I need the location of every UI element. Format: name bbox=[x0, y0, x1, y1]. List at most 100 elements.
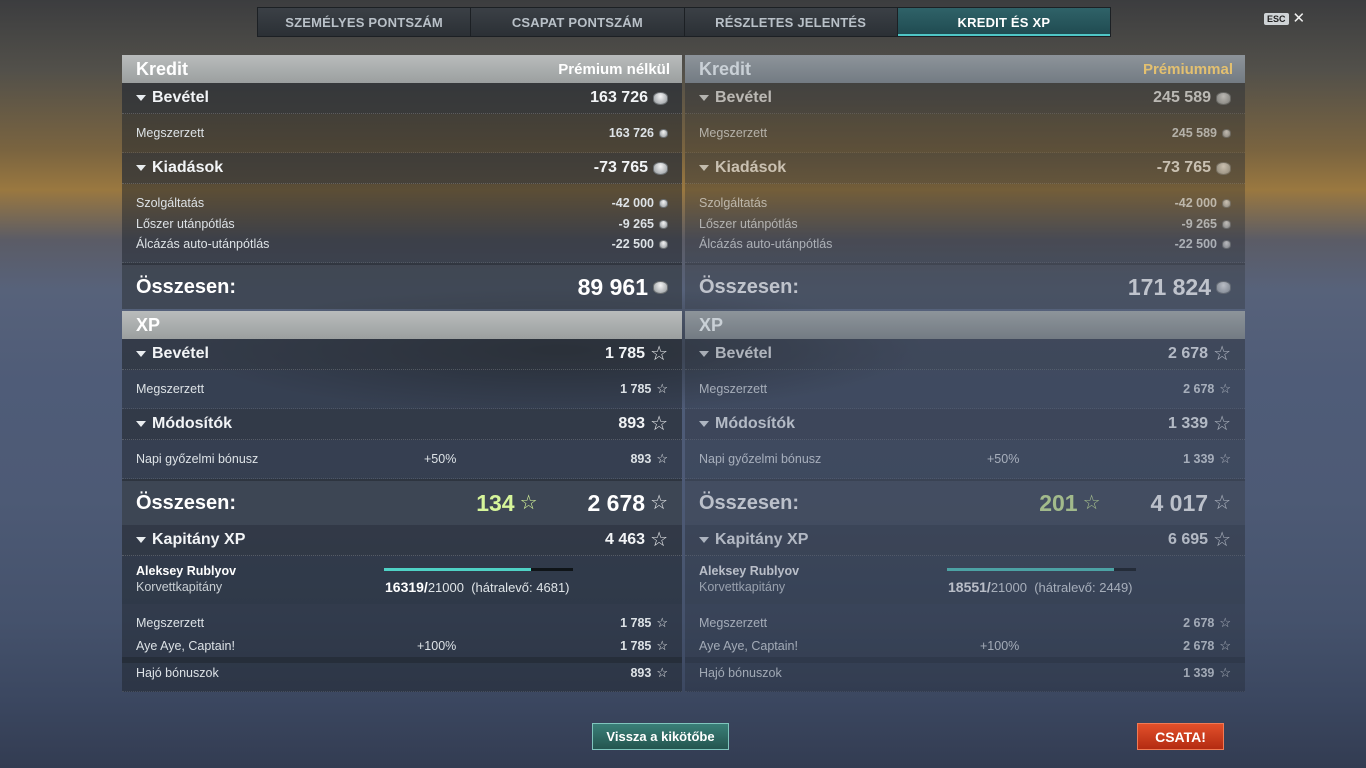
credit-income-section[interactable]: Bevétel 163 726 bbox=[122, 83, 682, 114]
triangle-down-icon[interactable] bbox=[136, 421, 146, 427]
xp-total-value: 4 017 bbox=[1150, 489, 1209, 516]
credit-coin-icon bbox=[1222, 219, 1231, 229]
captain-remaining-xp: (hátralevő: 4681) bbox=[471, 580, 570, 595]
xp-income-label: Bevétel bbox=[715, 345, 772, 362]
xp-star-icon: ☆ bbox=[1219, 451, 1231, 466]
ammo-label: Lőszer utánpótlás bbox=[699, 217, 798, 231]
captain-xp-section[interactable]: Kapitány XP 6 695 ☆ bbox=[685, 525, 1245, 556]
ship-bonus-value: 893 bbox=[630, 666, 652, 680]
credit-coin-icon bbox=[1216, 280, 1231, 294]
battle-button[interactable]: CSATA! bbox=[1137, 723, 1224, 750]
xp-title: XP bbox=[136, 314, 161, 335]
free-xp-value: 134 bbox=[476, 489, 515, 516]
esc-close-button[interactable]: ESC ✕ bbox=[1264, 11, 1306, 26]
credit-income-label: Bevétel bbox=[715, 89, 772, 106]
xp-income-section[interactable]: Bevétel 2 678 ☆ bbox=[685, 339, 1245, 370]
credit-expenses-label: Kiadások bbox=[715, 159, 787, 176]
tab-personal-score[interactable]: SZEMÉLYES PONTSZÁM bbox=[258, 8, 472, 36]
xp-star-icon: ☆ bbox=[650, 492, 668, 514]
triangle-down-icon[interactable] bbox=[699, 95, 709, 101]
ammo-label: Lőszer utánpótlás bbox=[136, 217, 235, 231]
panel-without-premium: Kredit Prémium nélkül Bevétel 163 726 Me… bbox=[122, 55, 682, 692]
credit-coin-icon bbox=[659, 219, 668, 229]
ship-bonus-row: Hajó bónuszok 1 339 ☆ bbox=[685, 663, 1245, 691]
daily-bonus-label: Napi győzelmi bónusz bbox=[699, 452, 822, 466]
captain-info: Aleksey Rublyov Korvettkapitány 18551/21… bbox=[685, 556, 1245, 604]
credit-income-section[interactable]: Bevétel 245 589 bbox=[685, 83, 1245, 114]
captain-xp-section[interactable]: Kapitány XP 4 463 ☆ bbox=[122, 525, 682, 556]
back-to-port-button[interactable]: Vissza a kikötőbe bbox=[592, 723, 729, 750]
captain-remaining-xp: (hátralevő: 2449) bbox=[1034, 580, 1133, 595]
xp-star-icon: ☆ bbox=[1219, 615, 1231, 630]
esc-key-label: ESC bbox=[1264, 13, 1289, 25]
credit-coin-icon bbox=[659, 239, 668, 249]
triangle-down-icon[interactable] bbox=[136, 165, 146, 171]
captain-current-xp: 18551/ bbox=[948, 579, 991, 595]
xp-modifiers-section[interactable]: Módosítók 1 339 ☆ bbox=[685, 409, 1245, 440]
credit-total-row: Összesen: 89 961 bbox=[122, 263, 682, 309]
captain-xp-label: Kapitány XP bbox=[715, 531, 809, 548]
triangle-down-icon[interactable] bbox=[136, 351, 146, 357]
xp-total-label: Összesen: bbox=[136, 491, 237, 514]
daily-bonus-value: 893 bbox=[630, 452, 652, 466]
triangle-down-icon[interactable] bbox=[699, 351, 709, 357]
credit-coin-icon bbox=[1222, 128, 1231, 138]
captain-earned-row: Megszerzett 2 678 ☆ bbox=[685, 604, 1245, 634]
close-icon[interactable]: ✕ bbox=[1293, 11, 1306, 26]
xp-star-icon: ☆ bbox=[1213, 492, 1231, 514]
free-xp-value: 201 bbox=[1039, 489, 1078, 516]
triangle-down-icon[interactable] bbox=[136, 95, 146, 101]
credit-earned-row: Megszerzett 245 589 bbox=[685, 114, 1245, 152]
ammo-value: -9 265 bbox=[618, 217, 654, 231]
credit-coin-icon bbox=[1222, 198, 1231, 208]
captain-progress-fill bbox=[384, 568, 531, 571]
daily-bonus-label: Napi győzelmi bónusz bbox=[136, 452, 259, 466]
xp-total-row: Összesen: 201 ☆ 4 017 ☆ bbox=[685, 479, 1245, 525]
xp-star-icon: ☆ bbox=[650, 413, 668, 435]
credit-coin-icon bbox=[1216, 91, 1231, 105]
captain-xp-label: Kapitány XP bbox=[152, 531, 246, 548]
xp-star-icon: ☆ bbox=[1213, 343, 1231, 365]
xp-income-value: 1 785 bbox=[605, 345, 646, 362]
xp-star-icon: ☆ bbox=[656, 665, 668, 680]
credit-expenses-section[interactable]: Kiadások -73 765 bbox=[685, 153, 1245, 184]
triangle-down-icon[interactable] bbox=[136, 537, 146, 543]
xp-earned-row: Megszerzett 2 678 ☆ bbox=[685, 370, 1245, 408]
captain-earned-label: Megszerzett bbox=[699, 616, 768, 630]
captain-progress-text: 16319/21000 (hátralevő: 4681) bbox=[385, 579, 570, 595]
ship-bonus-label: Hajó bónuszok bbox=[136, 666, 219, 680]
captain-max-xp: 21000 bbox=[990, 580, 1027, 595]
tab-team-score[interactable]: CSAPAT PONTSZÁM bbox=[471, 8, 685, 36]
captain-earned-value: 1 785 bbox=[620, 616, 652, 630]
daily-bonus-multiplier: +50% bbox=[424, 452, 457, 466]
ship-bonus-row: Hajó bónuszok 893 ☆ bbox=[122, 663, 682, 691]
tab-credit-xp[interactable]: KREDIT ÉS XP bbox=[897, 8, 1110, 36]
credit-header: Kredit Prémiummal bbox=[685, 55, 1245, 83]
triangle-down-icon[interactable] bbox=[699, 421, 709, 427]
credit-coin-icon bbox=[653, 91, 668, 105]
captain-earned-label: Megszerzett bbox=[136, 616, 205, 630]
xp-earned-label: Megszerzett bbox=[136, 382, 205, 396]
service-value: -42 000 bbox=[1174, 196, 1217, 210]
triangle-down-icon[interactable] bbox=[699, 537, 709, 543]
aye-aye-value: 2 678 bbox=[1183, 638, 1215, 653]
xp-star-icon: ☆ bbox=[656, 637, 668, 653]
ammo-value: -9 265 bbox=[1181, 217, 1217, 231]
triangle-down-icon[interactable] bbox=[699, 165, 709, 171]
captain-name: Aleksey Rublyov bbox=[136, 564, 237, 578]
xp-modifiers-section[interactable]: Módosítók 893 ☆ bbox=[122, 409, 682, 440]
camo-label: Álcázás auto-utánpótlás bbox=[136, 237, 270, 251]
service-value: -42 000 bbox=[611, 196, 654, 210]
camo-value: -22 500 bbox=[1174, 237, 1217, 251]
xp-star-icon: ☆ bbox=[650, 529, 668, 551]
xp-earned-value: 1 785 bbox=[620, 382, 652, 396]
credit-header: Kredit Prémium nélkül bbox=[122, 55, 682, 83]
xp-modifiers-label: Módosítók bbox=[715, 415, 795, 432]
xp-income-section[interactable]: Bevétel 1 785 ☆ bbox=[122, 339, 682, 370]
credit-earned-value: 245 589 bbox=[1171, 126, 1217, 140]
credit-expenses-section[interactable]: Kiadások -73 765 bbox=[122, 153, 682, 184]
captain-earned-row: Megszerzett 1 785 ☆ bbox=[122, 604, 682, 634]
tab-detailed-report[interactable]: RÉSZLETES JELENTÉS bbox=[684, 8, 898, 36]
captain-xp-value: 6 695 bbox=[1168, 531, 1209, 548]
credit-coin-icon bbox=[1222, 239, 1231, 249]
